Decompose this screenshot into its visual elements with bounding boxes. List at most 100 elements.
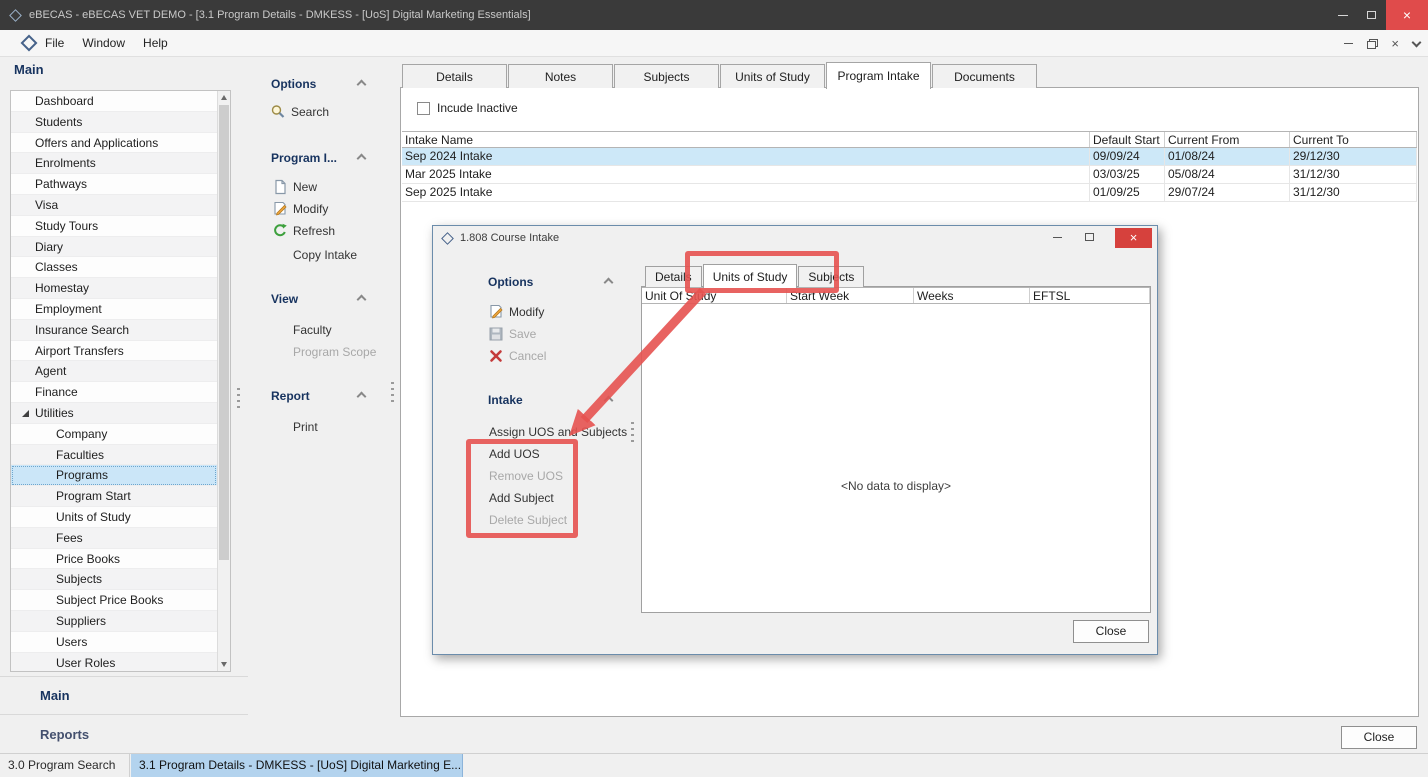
sidebar-scrollbar[interactable] bbox=[217, 91, 230, 671]
column-header-default-start[interactable]: Default Start bbox=[1090, 132, 1165, 147]
sidebar-item-dashboard[interactable]: Dashboard bbox=[11, 91, 217, 112]
column-header-unit-of-study[interactable]: Unit Of Study bbox=[642, 288, 787, 303]
dialog-option-assign-uos-and-subjects[interactable]: Assign UOS and Subjects bbox=[489, 424, 627, 440]
cell-intake-name: Sep 2025 Intake bbox=[402, 184, 1090, 201]
sidebar-item-offers-and-applications[interactable]: Offers and Applications bbox=[11, 133, 217, 154]
dialog-minimize-button[interactable] bbox=[1053, 237, 1062, 238]
tab-program-intake[interactable]: Program Intake bbox=[826, 62, 931, 89]
sidebar-item-insurance-search[interactable]: Insurance Search bbox=[11, 320, 217, 341]
maximize-icon bbox=[1367, 11, 1376, 19]
menu-window[interactable]: Window bbox=[73, 30, 134, 57]
dialog-option-modify[interactable]: Modify bbox=[488, 304, 544, 320]
scrollbar-thumb[interactable] bbox=[219, 105, 229, 560]
sidebar-item-units-of-study[interactable]: Units of Study bbox=[11, 507, 217, 528]
panel-splitter-handle[interactable] bbox=[631, 422, 634, 444]
tab-details[interactable]: Details bbox=[402, 64, 507, 88]
section-header-program[interactable]: Program I... bbox=[271, 151, 337, 165]
cell-intake-name: Sep 2024 Intake bbox=[402, 148, 1090, 165]
sidebar-item-enrolments[interactable]: Enrolments bbox=[11, 153, 217, 174]
dialog-maximize-button[interactable] bbox=[1085, 233, 1094, 241]
column-header-current-from[interactable]: Current From bbox=[1165, 132, 1290, 147]
dialog-option-add-subject[interactable]: Add Subject bbox=[489, 490, 554, 506]
statusbar-tab-program-details[interactable]: 3.1 Program Details - DMKESS - [UoS] Dig… bbox=[131, 754, 463, 777]
option-refresh[interactable]: Refresh bbox=[272, 223, 335, 239]
column-header-start-week[interactable]: Start Week bbox=[787, 288, 914, 303]
dialog-tab-units-of-study[interactable]: Units of Study bbox=[703, 264, 798, 288]
sidebar-item-subject-price-books[interactable]: Subject Price Books bbox=[11, 590, 217, 611]
sidebar-band-reports[interactable]: Reports bbox=[0, 714, 248, 753]
sidebar-item-agent[interactable]: Agent bbox=[11, 361, 217, 382]
table-row[interactable]: Sep 2025 Intake 01/09/25 29/07/24 31/12/… bbox=[402, 184, 1417, 202]
sidebar-item-price-books[interactable]: Price Books bbox=[11, 549, 217, 570]
option-print[interactable]: Print bbox=[293, 419, 318, 435]
sidebar-item-faculties[interactable]: Faculties bbox=[11, 445, 217, 466]
scroll-up-icon[interactable] bbox=[221, 95, 227, 100]
tab-notes[interactable]: Notes bbox=[508, 64, 613, 88]
section-header-report[interactable]: Report bbox=[271, 389, 310, 403]
units-of-study-panel: Unit Of Study Start Week Weeks EFTSL <No… bbox=[641, 286, 1151, 613]
expand-triangle-icon[interactable] bbox=[22, 410, 29, 417]
column-header-current-to[interactable]: Current To bbox=[1290, 132, 1417, 147]
table-row[interactable]: Sep 2024 Intake 09/09/24 01/08/24 29/12/… bbox=[402, 148, 1417, 166]
menu-file[interactable]: File bbox=[36, 30, 73, 57]
sidebar-item-homestay[interactable]: Homestay bbox=[11, 278, 217, 299]
chevron-down-icon[interactable] bbox=[1412, 37, 1422, 47]
tab-units-of-study[interactable]: Units of Study bbox=[720, 64, 825, 88]
include-inactive-checkbox[interactable] bbox=[417, 102, 430, 115]
column-header-intake-name[interactable]: Intake Name bbox=[402, 132, 1090, 147]
option-modify[interactable]: Modify bbox=[272, 201, 328, 217]
section-header-options[interactable]: Options bbox=[271, 77, 316, 91]
dialog-section-header-options[interactable]: Options bbox=[488, 275, 533, 289]
mdi-close-icon[interactable]: × bbox=[1391, 37, 1399, 50]
sidebar-item-users[interactable]: Users bbox=[11, 632, 217, 653]
scroll-down-icon[interactable] bbox=[221, 662, 227, 667]
mdi-restore-icon[interactable] bbox=[1367, 39, 1377, 48]
sidebar-item-subjects[interactable]: Subjects bbox=[11, 569, 217, 590]
dialog-tab-details[interactable]: Details bbox=[645, 266, 702, 287]
sidebar-item-suppliers[interactable]: Suppliers bbox=[11, 611, 217, 632]
section-header-view[interactable]: View bbox=[271, 292, 298, 306]
sidebar-item-user-roles[interactable]: User Roles bbox=[11, 653, 217, 671]
mdi-minimize-icon[interactable] bbox=[1344, 43, 1353, 44]
sidebar-item-classes[interactable]: Classes bbox=[11, 257, 217, 278]
sidebar-item-diary[interactable]: Diary bbox=[11, 237, 217, 258]
dialog-option-cancel: Cancel bbox=[488, 348, 546, 364]
sidebar-item-study-tours[interactable]: Study Tours bbox=[11, 216, 217, 237]
tab-subjects[interactable]: Subjects bbox=[614, 64, 719, 88]
app-logo-icon bbox=[442, 233, 453, 244]
dialog-option-add-uos[interactable]: Add UOS bbox=[489, 446, 540, 462]
sidebar-item-utilities[interactable]: Utilities bbox=[11, 403, 217, 424]
sidebar-item-fees[interactable]: Fees bbox=[11, 528, 217, 549]
sidebar-item-employment[interactable]: Employment bbox=[11, 299, 217, 320]
sidebar-item-programs[interactable]: Programs bbox=[11, 465, 217, 486]
sidebar-band-main[interactable]: Main bbox=[0, 676, 248, 714]
dialog-close-action-button[interactable]: Close bbox=[1073, 620, 1149, 643]
option-search[interactable]: Search bbox=[270, 104, 329, 120]
option-faculty[interactable]: Faculty bbox=[293, 322, 332, 338]
sidebar-item-finance[interactable]: Finance bbox=[11, 382, 217, 403]
menu-help[interactable]: Help bbox=[134, 30, 177, 57]
table-row[interactable]: Mar 2025 Intake 03/03/25 05/08/24 31/12/… bbox=[402, 166, 1417, 184]
dialog-section-header-intake[interactable]: Intake bbox=[488, 393, 523, 407]
window-maximize-button[interactable] bbox=[1357, 0, 1386, 30]
option-new[interactable]: New bbox=[272, 179, 317, 195]
sidebar-item-program-start[interactable]: Program Start bbox=[11, 486, 217, 507]
column-header-eftsl[interactable]: EFTSL bbox=[1030, 288, 1150, 303]
sidebar-item-company[interactable]: Company bbox=[11, 424, 217, 445]
dialog-close-button[interactable]: × bbox=[1115, 228, 1152, 248]
window-close-button[interactable]: × bbox=[1386, 0, 1428, 30]
option-label: Refresh bbox=[293, 224, 335, 238]
column-header-weeks[interactable]: Weeks bbox=[914, 288, 1030, 303]
dialog-tab-subjects[interactable]: Subjects bbox=[798, 266, 864, 287]
include-inactive-label[interactable]: Incude Inactive bbox=[437, 101, 518, 115]
panel-splitter-handle[interactable] bbox=[237, 388, 240, 410]
sidebar-item-students[interactable]: Students bbox=[11, 112, 217, 133]
statusbar-tab-program-search[interactable]: 3.0 Program Search bbox=[0, 754, 130, 777]
tab-documents[interactable]: Documents bbox=[932, 64, 1037, 88]
window-minimize-button[interactable] bbox=[1328, 0, 1357, 30]
option-copy-intake[interactable]: Copy Intake bbox=[293, 247, 357, 263]
sidebar-item-pathways[interactable]: Pathways bbox=[11, 174, 217, 195]
close-button[interactable]: Close bbox=[1341, 726, 1417, 749]
sidebar-item-airport-transfers[interactable]: Airport Transfers bbox=[11, 341, 217, 362]
sidebar-item-visa[interactable]: Visa bbox=[11, 195, 217, 216]
